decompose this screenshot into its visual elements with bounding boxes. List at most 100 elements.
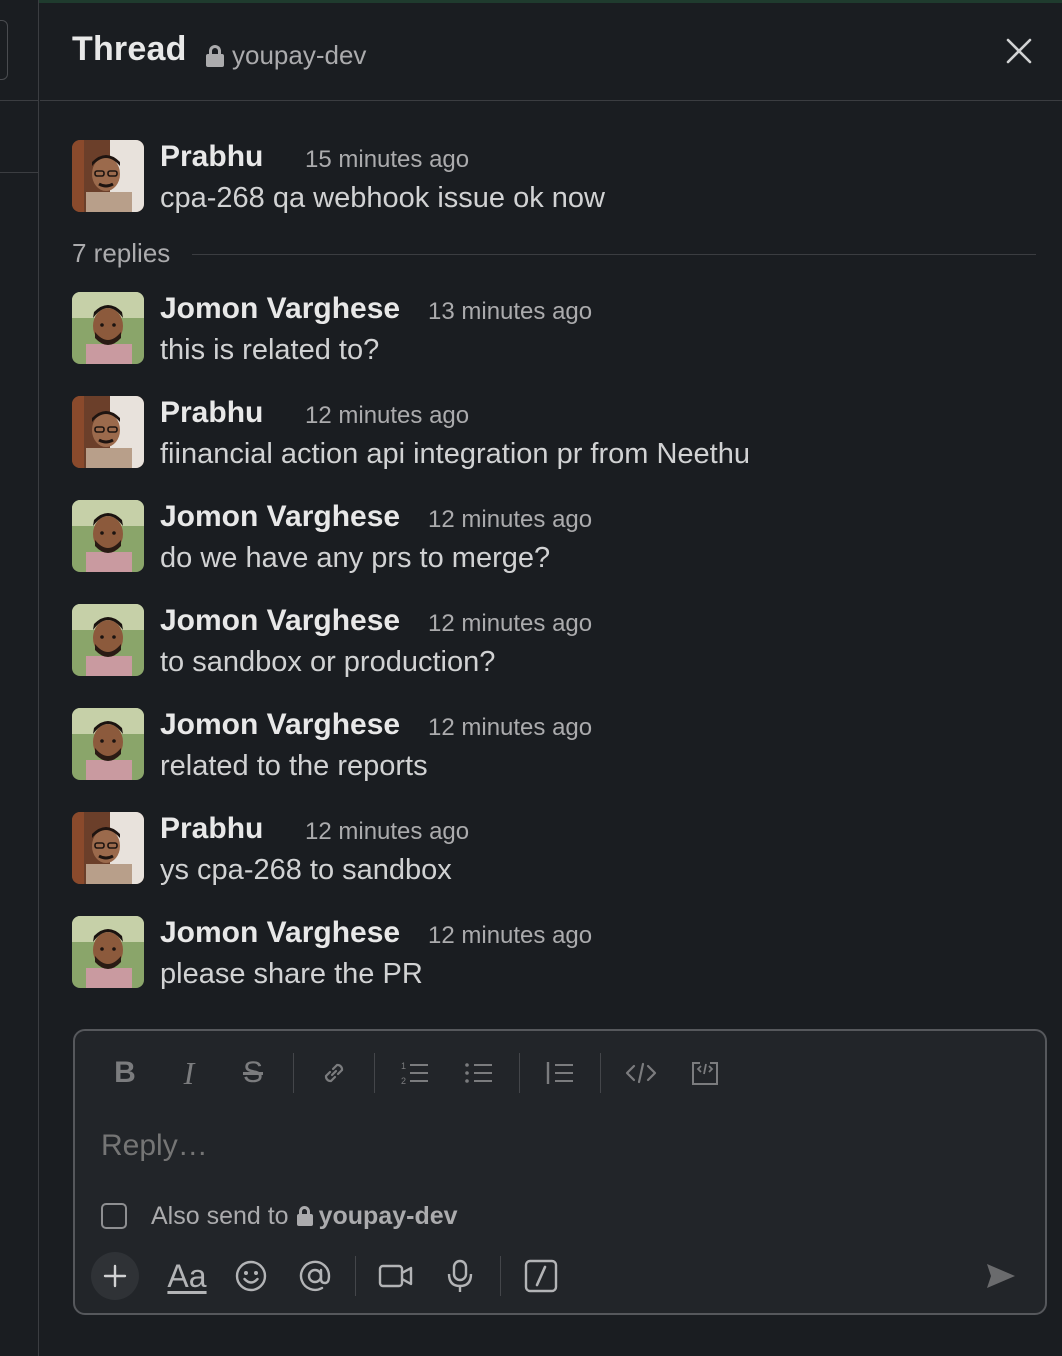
timestamp[interactable]: 12 minutes ago bbox=[428, 922, 592, 950]
ordered-list-button[interactable]: 1 2 bbox=[383, 1049, 447, 1097]
lock-icon bbox=[296, 1206, 313, 1226]
author-name[interactable]: Prabhu bbox=[160, 812, 263, 846]
toolbar-divider bbox=[355, 1256, 356, 1296]
close-icon bbox=[1006, 38, 1032, 64]
formatting-toolbar: B I S 1 2 bbox=[93, 1049, 737, 1097]
link-button[interactable] bbox=[302, 1049, 366, 1097]
emoji-icon bbox=[235, 1260, 267, 1292]
ordered-list-icon: 1 2 bbox=[401, 1061, 428, 1086]
thread-panel: Thread youpay-dev Prabhu 15 minutes ago … bbox=[40, 0, 1062, 1356]
microphone-icon bbox=[447, 1259, 473, 1292]
timestamp[interactable]: 12 minutes ago bbox=[305, 818, 469, 846]
message-text: related to the reports bbox=[160, 750, 428, 782]
also-send-row: Also send to youpay-dev bbox=[101, 1199, 458, 1233]
message-text: to sandbox or production? bbox=[160, 646, 496, 678]
svg-text:2: 2 bbox=[401, 1076, 406, 1086]
lock-icon bbox=[206, 44, 224, 67]
text-format-icon: Aa bbox=[167, 1257, 207, 1294]
reply-message[interactable]: Jomon Varghese 12 minutes ago related to… bbox=[72, 708, 1032, 788]
strikethrough-button[interactable]: S bbox=[221, 1049, 285, 1097]
composer-actions: Aa bbox=[91, 1251, 573, 1301]
message-text: cpa-268 qa webhook issue ok now bbox=[160, 182, 605, 214]
emoji-button[interactable] bbox=[219, 1252, 283, 1300]
channel-name: youpay-dev bbox=[232, 40, 367, 70]
italic-button[interactable]: I bbox=[157, 1049, 221, 1097]
author-name[interactable]: Prabhu bbox=[160, 140, 263, 174]
message-text: do we have any prs to merge? bbox=[160, 542, 551, 574]
italic-icon: I bbox=[183, 1054, 195, 1091]
avatar[interactable] bbox=[72, 140, 144, 212]
author-name[interactable]: Jomon Varghese bbox=[160, 708, 400, 742]
reply-message[interactable]: Prabhu 12 minutes ago ys cpa-268 to sand… bbox=[72, 812, 1032, 892]
blockquote-icon bbox=[546, 1062, 573, 1084]
thread-header: Thread youpay-dev bbox=[40, 0, 1062, 101]
author-name[interactable]: Prabhu bbox=[160, 396, 263, 430]
avatar[interactable] bbox=[72, 812, 144, 884]
message-text: ys cpa-268 to sandbox bbox=[160, 854, 452, 886]
avatar[interactable] bbox=[72, 916, 144, 988]
reply-input[interactable] bbox=[99, 1121, 999, 1171]
timestamp[interactable]: 12 minutes ago bbox=[428, 610, 592, 638]
bulleted-list-icon bbox=[465, 1063, 492, 1083]
avatar[interactable] bbox=[72, 500, 144, 572]
reply-message[interactable]: Jomon Varghese 12 minutes ago please sha… bbox=[72, 916, 1032, 996]
plus-icon bbox=[103, 1264, 127, 1288]
code-block-button[interactable] bbox=[673, 1049, 737, 1097]
author-name[interactable]: Jomon Varghese bbox=[160, 500, 400, 534]
timestamp[interactable]: 13 minutes ago bbox=[428, 298, 592, 326]
audio-clip-button[interactable] bbox=[428, 1252, 492, 1300]
avatar[interactable] bbox=[72, 708, 144, 780]
video-clip-button[interactable] bbox=[364, 1252, 428, 1300]
avatar[interactable] bbox=[72, 604, 144, 676]
thread-channel[interactable]: youpay-dev bbox=[206, 40, 366, 71]
mention-button[interactable] bbox=[283, 1252, 347, 1300]
left-rail-fragment bbox=[0, 20, 8, 80]
toolbar-divider bbox=[519, 1053, 520, 1093]
reply-composer: B I S 1 2 Reply… Also send to youpay-dev… bbox=[73, 1029, 1047, 1315]
replies-count: 7 replies bbox=[72, 238, 171, 268]
timestamp[interactable]: 15 minutes ago bbox=[305, 146, 469, 174]
left-rail-divider bbox=[0, 100, 39, 101]
left-rail-divider bbox=[0, 172, 39, 173]
code-icon bbox=[625, 1062, 657, 1084]
toolbar-divider bbox=[293, 1053, 294, 1093]
attach-button[interactable] bbox=[91, 1252, 139, 1300]
bold-icon: B bbox=[114, 1056, 136, 1089]
message-text: fiinancial action api integration pr fro… bbox=[160, 438, 750, 470]
svg-text:1: 1 bbox=[401, 1061, 406, 1071]
send-button[interactable] bbox=[977, 1253, 1025, 1299]
avatar[interactable] bbox=[72, 292, 144, 364]
reply-message[interactable]: Jomon Varghese 13 minutes ago this is re… bbox=[72, 292, 1032, 372]
reply-message[interactable]: Prabhu 12 minutes ago fiinancial action … bbox=[72, 396, 1032, 476]
formatting-toggle-button[interactable]: Aa bbox=[155, 1252, 219, 1300]
parent-message[interactable]: Prabhu 15 minutes ago cpa-268 qa webhook… bbox=[72, 140, 1032, 220]
toolbar-divider bbox=[374, 1053, 375, 1093]
timestamp[interactable]: 12 minutes ago bbox=[428, 506, 592, 534]
video-camera-icon bbox=[378, 1264, 413, 1288]
send-icon bbox=[987, 1264, 1015, 1288]
code-button[interactable] bbox=[609, 1049, 673, 1097]
link-icon bbox=[324, 1063, 344, 1083]
blockquote-button[interactable] bbox=[528, 1049, 592, 1097]
author-name[interactable]: Jomon Varghese bbox=[160, 292, 400, 326]
avatar[interactable] bbox=[72, 396, 144, 468]
bulleted-list-button[interactable] bbox=[447, 1049, 511, 1097]
also-send-checkbox[interactable] bbox=[101, 1203, 127, 1229]
timestamp[interactable]: 12 minutes ago bbox=[305, 402, 469, 430]
thread-title: Thread bbox=[72, 30, 187, 68]
timestamp[interactable]: 12 minutes ago bbox=[428, 714, 592, 742]
channel-name: youpay-dev bbox=[318, 1201, 458, 1230]
author-name[interactable]: Jomon Varghese bbox=[160, 604, 400, 638]
toolbar-divider bbox=[500, 1256, 501, 1296]
author-name[interactable]: Jomon Varghese bbox=[160, 916, 400, 950]
mention-icon bbox=[299, 1260, 331, 1292]
reply-message[interactable]: Jomon Varghese 12 minutes ago do we have… bbox=[72, 500, 1032, 580]
also-send-label: Also send to bbox=[151, 1201, 289, 1230]
bold-button[interactable]: B bbox=[93, 1049, 157, 1097]
slash-command-icon bbox=[524, 1259, 558, 1293]
shortcuts-button[interactable] bbox=[509, 1252, 573, 1300]
left-rail bbox=[0, 0, 39, 1356]
reply-message[interactable]: Jomon Varghese 12 minutes ago to sandbox… bbox=[72, 604, 1032, 684]
close-button[interactable] bbox=[1000, 32, 1038, 70]
also-send-channel: youpay-dev bbox=[296, 1201, 458, 1231]
